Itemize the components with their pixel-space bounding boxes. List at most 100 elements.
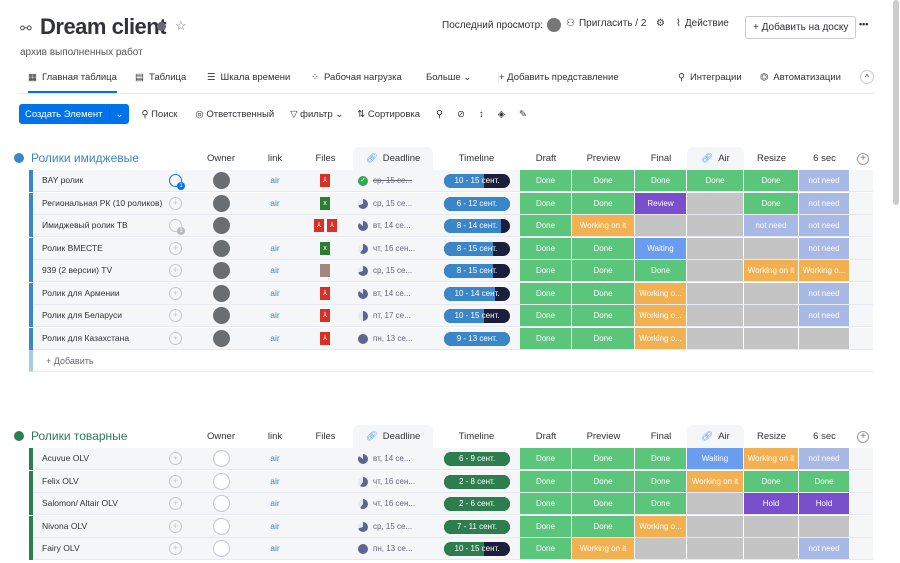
status-cell-final[interactable]: Working o... <box>635 305 687 326</box>
file-pdf-icon[interactable]: ⅄ <box>320 286 330 300</box>
owner-avatar[interactable] <box>213 540 230 557</box>
tab-workload[interactable]: ⁘ Рабочая нагрузка <box>311 72 402 83</box>
board-title[interactable]: Dream client <box>40 14 167 40</box>
table-row[interactable]: Salomon/ Altair OLV + air чт, 16 сен... 2 - … <box>29 493 873 515</box>
column-header-draft[interactable]: Draft <box>520 147 572 171</box>
owner-avatar[interactable] <box>213 307 230 324</box>
timeline-bar[interactable]: 10 - 15 сент. <box>444 309 510 323</box>
comment-icon[interactable]: + <box>169 519 182 533</box>
column-header-6-sec[interactable]: 6 sec <box>799 147 850 171</box>
status-cell-air[interactable] <box>687 538 744 559</box>
column-header-deadline[interactable]: 🔗︎ Deadline <box>353 147 433 171</box>
owner-avatar[interactable] <box>213 329 230 347</box>
status-cell-preview[interactable]: Done <box>572 237 635 259</box>
robot-icon[interactable]: ⚙ <box>656 18 665 29</box>
owner-avatar[interactable] <box>213 217 230 234</box>
column-header-files[interactable]: Files <box>298 425 353 449</box>
link-cell[interactable]: air <box>252 471 298 492</box>
deadline-value[interactable]: пн, 13 се... <box>373 328 412 349</box>
link-cell[interactable]: air <box>252 260 298 281</box>
column-header-preview[interactable]: Preview <box>572 425 635 449</box>
owner-avatar[interactable] <box>213 517 230 535</box>
owner-avatar[interactable] <box>213 239 230 257</box>
status-cell-final[interactable]: Waiting <box>635 237 687 259</box>
item-name[interactable]: Felix OLV <box>42 471 79 492</box>
table-row[interactable]: Fairy OLV + air пн, 13 се... 10 - 15 сент. Do… <box>29 538 873 560</box>
column-header-draft[interactable]: Draft <box>520 425 572 449</box>
status-cell-draft[interactable]: Done <box>520 538 572 559</box>
deadline-value[interactable]: вт, 14 се... <box>373 215 411 236</box>
status-cell-resize[interactable]: Hold <box>744 493 799 514</box>
comment-icon[interactable]: + <box>169 309 182 322</box>
status-cell-resize[interactable] <box>744 282 799 304</box>
owner-avatar[interactable] <box>213 450 230 467</box>
deadline-value[interactable]: пн, 13 се... <box>373 538 412 559</box>
comment-icon[interactable]: + <box>169 286 182 300</box>
status-cell-air[interactable] <box>687 282 744 304</box>
create-item-button[interactable]: Создать Элемент ⌄ <box>19 104 130 124</box>
search-button[interactable]: ⚲ Поиск <box>141 109 177 120</box>
deadline-value[interactable]: чт, 16 сен... <box>373 238 415 259</box>
status-cell-draft[interactable]: Done <box>520 215 572 236</box>
status-cell-air[interactable] <box>687 215 744 236</box>
status-cell-6-sec[interactable] <box>799 327 850 349</box>
table-row[interactable]: Ролик ВМЕСТЕ + air x чт, 16 сен... 8 - 15 сен… <box>29 237 873 260</box>
invite-button[interactable]: ⚇ Пригласить / 2 <box>566 18 646 29</box>
status-cell-resize[interactable]: Done <box>744 170 799 191</box>
comment-icon[interactable]: + <box>169 452 182 465</box>
table-row[interactable]: Nivona OLV + air ср, 15 се... 7 - 11 сент. Do… <box>29 515 873 538</box>
item-name[interactable]: Salomon/ Altair OLV <box>42 493 118 514</box>
status-cell-draft[interactable]: Done <box>520 237 572 259</box>
status-cell-final[interactable]: Done <box>635 493 687 514</box>
deadline-value[interactable]: ср, 15 се... <box>373 193 412 214</box>
status-cell-6-sec[interactable]: not need <box>799 192 850 214</box>
column-header-timeline[interactable]: Timeline <box>433 147 520 171</box>
deadline-value[interactable]: ср, 15 се... <box>373 260 412 281</box>
collapse-header-button[interactable]: ^ <box>860 70 874 84</box>
comment-icon[interactable]: + <box>169 497 182 510</box>
item-name[interactable]: Ролик для Казахстана <box>42 328 129 349</box>
item-name[interactable]: 939 (2 версии) TV <box>42 260 112 281</box>
table-row[interactable]: Имиджевый ролик ТВ 1 ⅄ ⅄ вт, 14 се... 8 - 14 … <box>29 215 873 237</box>
comment-icon[interactable]: 1 <box>169 174 185 190</box>
status-cell-preview[interactable]: Done <box>572 493 635 514</box>
comment-icon[interactable]: + <box>169 196 182 210</box>
file-pdf-icon[interactable]: ⅄ <box>320 309 330 322</box>
link-cell[interactable]: air <box>252 283 298 304</box>
status-cell-6-sec[interactable]: not need <box>799 237 850 259</box>
filter-button[interactable]: ▽ фильтр ⌄ <box>290 109 343 120</box>
link-cell[interactable]: air <box>252 170 298 191</box>
column-header-link[interactable]: link <box>252 147 298 171</box>
color-icon[interactable]: ◈ <box>498 109 505 120</box>
tab-more[interactable]: Больше ⌄ <box>426 72 471 83</box>
status-cell-final[interactable]: Done <box>635 170 687 191</box>
status-cell-6-sec[interactable]: not need <box>799 215 850 236</box>
owner-avatar[interactable] <box>213 495 230 512</box>
file-pdf-icon[interactable]: ⅄ <box>320 331 330 345</box>
table-row[interactable]: Ролик для Казахстана + air ⅄ пн, 13 се... 9 -… <box>29 327 873 350</box>
add-column-button[interactable]: + <box>857 431 869 443</box>
table-row[interactable]: Региональная РК (10 роликов) + air x ср, 15 … <box>29 192 873 215</box>
item-name[interactable]: Ролик ВМЕСТЕ <box>42 238 103 259</box>
hide-icon[interactable]: ⊘ <box>457 109 465 120</box>
status-cell-air[interactable] <box>687 327 744 349</box>
status-cell-preview[interactable]: Done <box>572 282 635 304</box>
timeline-bar[interactable]: 2 - 6 сент. <box>444 497 510 511</box>
column-header-air[interactable]: 🔗︎ Air <box>687 425 744 449</box>
tab-table[interactable]: ▤ Таблица <box>135 72 186 83</box>
row-height-icon[interactable]: ↕ <box>479 109 484 120</box>
timeline-bar[interactable]: 8 - 15 сент. <box>444 264 510 278</box>
more-menu-button[interactable]: ••• <box>859 19 868 29</box>
deadline-value[interactable]: чт, 16 сен... <box>373 471 415 492</box>
file-xls-icon[interactable]: x <box>320 196 330 210</box>
file-pdf-icon[interactable]: ⅄ <box>320 174 330 187</box>
column-header-preview[interactable]: Preview <box>572 147 635 171</box>
status-cell-draft[interactable]: Done <box>520 305 572 326</box>
item-name[interactable]: BAY ролик <box>42 170 83 191</box>
add-item-row[interactable]: + Добавить <box>29 350 873 372</box>
item-name[interactable]: Ролик для Беларуси <box>42 305 122 326</box>
pin-icon[interactable]: ⚲ <box>436 109 443 120</box>
status-cell-6-sec[interactable]: Hold <box>799 493 850 514</box>
status-cell-draft[interactable]: Done <box>520 470 572 492</box>
status-cell-draft[interactable]: Done <box>520 170 572 191</box>
